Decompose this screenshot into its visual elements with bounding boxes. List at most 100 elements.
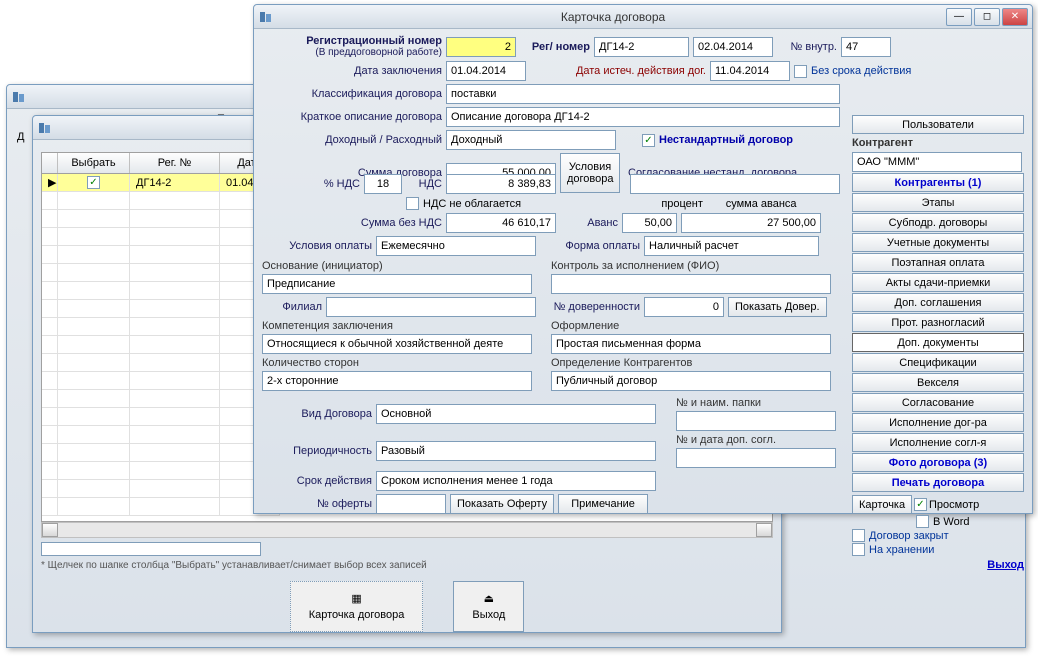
note-button[interactable]: Примечание	[558, 494, 648, 514]
table-hint: * Щелчек по шапке столбца "Выбрать" уста…	[41, 560, 773, 571]
storage-checkbox[interactable]	[852, 543, 865, 556]
incomeexp-input[interactable]	[446, 130, 616, 150]
cell-regno: ДГ14-2	[130, 174, 220, 192]
lbl-advance: Аванс	[560, 217, 618, 229]
bills-button[interactable]: Векселя	[852, 373, 1024, 392]
filter-input[interactable]	[41, 542, 261, 556]
noexpiry-checkbox[interactable]	[794, 65, 807, 78]
exit-link[interactable]: Выход	[987, 559, 1024, 571]
competence-input[interactable]	[262, 334, 532, 354]
row-select-checkbox[interactable]: ✓	[87, 176, 100, 189]
close-button[interactable]: ✕	[1002, 8, 1028, 26]
regno-input[interactable]	[446, 37, 516, 57]
vat-input[interactable]	[446, 174, 556, 194]
nonstd-checkbox[interactable]: ✓	[642, 134, 655, 147]
card-btn-small[interactable]: Карточка	[852, 495, 912, 514]
stages-button[interactable]: Этапы	[852, 193, 1024, 212]
regnumber-input[interactable]	[594, 37, 689, 57]
dateexpiry-input[interactable]	[710, 61, 790, 81]
sides-input[interactable]	[262, 371, 532, 391]
advsum-input[interactable]	[681, 213, 821, 233]
card-button[interactable]: ▦ Карточка договора	[290, 581, 424, 632]
lbl-regno: Регистрационный номер	[262, 35, 442, 47]
lbl-pctvat: % НДС	[262, 178, 360, 190]
showpower-button[interactable]: Показать Довер.	[728, 297, 827, 317]
formatting-input[interactable]	[551, 334, 831, 354]
execagr-button[interactable]: Исполнение согл-я	[852, 433, 1024, 452]
lbl-pct: процент	[657, 198, 707, 210]
advpct-input[interactable]	[622, 213, 677, 233]
nonstd-approval-input[interactable]	[630, 174, 840, 194]
approval-button[interactable]: Согласование	[852, 393, 1024, 412]
lbl-preview: Просмотр	[929, 499, 979, 511]
lbl-poweratt: № доверенности	[540, 301, 640, 313]
lbl-novat: НДС не облагается	[423, 198, 521, 210]
contracttype-input[interactable]	[376, 404, 656, 424]
dateconcl-input[interactable]	[446, 61, 526, 81]
lbl-classif: Классификация договора	[262, 88, 442, 100]
validity-input[interactable]	[376, 471, 656, 491]
counterparty-input[interactable]	[852, 152, 1022, 172]
branch-input[interactable]	[326, 297, 536, 317]
payterms-input[interactable]	[376, 236, 536, 256]
th-regno[interactable]: Рег. №	[130, 153, 220, 173]
pctvat-input[interactable]	[364, 174, 402, 194]
terms-button[interactable]: Условия договора	[560, 153, 620, 193]
counterparties-button[interactable]: Контрагенты (1)	[852, 173, 1024, 192]
classif-input[interactable]	[446, 84, 840, 104]
payform-input[interactable]	[644, 236, 819, 256]
execution-button[interactable]: Исполнение дог-ра	[852, 413, 1024, 432]
adddocs-button[interactable]: Доп. документы	[852, 333, 1024, 352]
lbl-dateexpiry: Дата истеч. действия дог.	[530, 65, 706, 77]
execcontrol-input[interactable]	[551, 274, 831, 294]
lbl-sidescount: Количество сторон	[262, 357, 537, 369]
addagrno-input[interactable]	[676, 448, 836, 468]
users-button[interactable]: Пользователи	[852, 115, 1024, 134]
preview-checkbox[interactable]: ✓	[914, 498, 927, 511]
lbl-folderno: № и наим. папки	[676, 397, 836, 409]
lbl-counterpartydef: Определение Контрагентов	[551, 357, 841, 369]
app-icon	[11, 89, 27, 105]
acceptacts-button[interactable]: Акты сдачи-приемки	[852, 273, 1024, 292]
lbl-periodicity: Периодичность	[262, 445, 372, 457]
lbl-regslash: Рег/ номер	[520, 41, 590, 53]
lbl-advsum: сумма аванса	[711, 198, 811, 210]
closed-checkbox[interactable]	[852, 529, 865, 542]
counterpartydef-input[interactable]	[551, 371, 831, 391]
row-marker: ▶	[42, 174, 58, 192]
offerno-input[interactable]	[376, 494, 446, 514]
exit-button[interactable]: ⏏ Выход	[453, 581, 524, 632]
novat-checkbox[interactable]	[406, 197, 419, 210]
innerno-input[interactable]	[841, 37, 891, 57]
periodicity-input[interactable]	[376, 441, 656, 461]
photo-button[interactable]: Фото договора (3)	[852, 453, 1024, 472]
shortdesc-input[interactable]	[446, 107, 840, 127]
lbl-basis: Основание (инициатор)	[262, 260, 537, 272]
regdate-input[interactable]	[693, 37, 773, 57]
acctdocs-button[interactable]: Учетные документы	[852, 233, 1024, 252]
app-icon	[37, 120, 53, 136]
stagedpay-button[interactable]: Поэтапная оплата	[852, 253, 1024, 272]
sumexvat-input[interactable]	[446, 213, 556, 233]
addagr-button[interactable]: Доп. соглашения	[852, 293, 1024, 312]
card-icon: ▦	[351, 592, 361, 605]
table-scrollbar[interactable]	[41, 522, 773, 538]
lbl-addagrno: № и дата доп. согл.	[676, 434, 836, 446]
app-icon	[258, 9, 274, 25]
specs-button[interactable]: Спецификации	[852, 353, 1024, 372]
basis-input[interactable]	[262, 274, 532, 294]
th-select[interactable]: Выбрать	[58, 153, 130, 173]
window-title: Карточка договора	[280, 10, 946, 24]
lbl-dateconcl: Дата заключения	[262, 65, 442, 77]
inword-checkbox[interactable]	[916, 515, 929, 528]
disputes-button[interactable]: Прот. разногласий	[852, 313, 1024, 332]
showoffer-button[interactable]: Показать Оферту	[450, 494, 554, 514]
folderno-input[interactable]	[676, 411, 836, 431]
print-button[interactable]: Печать договора	[852, 473, 1024, 492]
lbl-noexpiry: Без срока действия	[811, 65, 911, 77]
poweratt-input[interactable]	[644, 297, 724, 317]
lbl-branch: Филиал	[262, 301, 322, 313]
subcontracts-button[interactable]: Субподр. договоры	[852, 213, 1024, 232]
minimize-button[interactable]: —	[946, 8, 972, 26]
maximize-button[interactable]: ◻	[974, 8, 1000, 26]
